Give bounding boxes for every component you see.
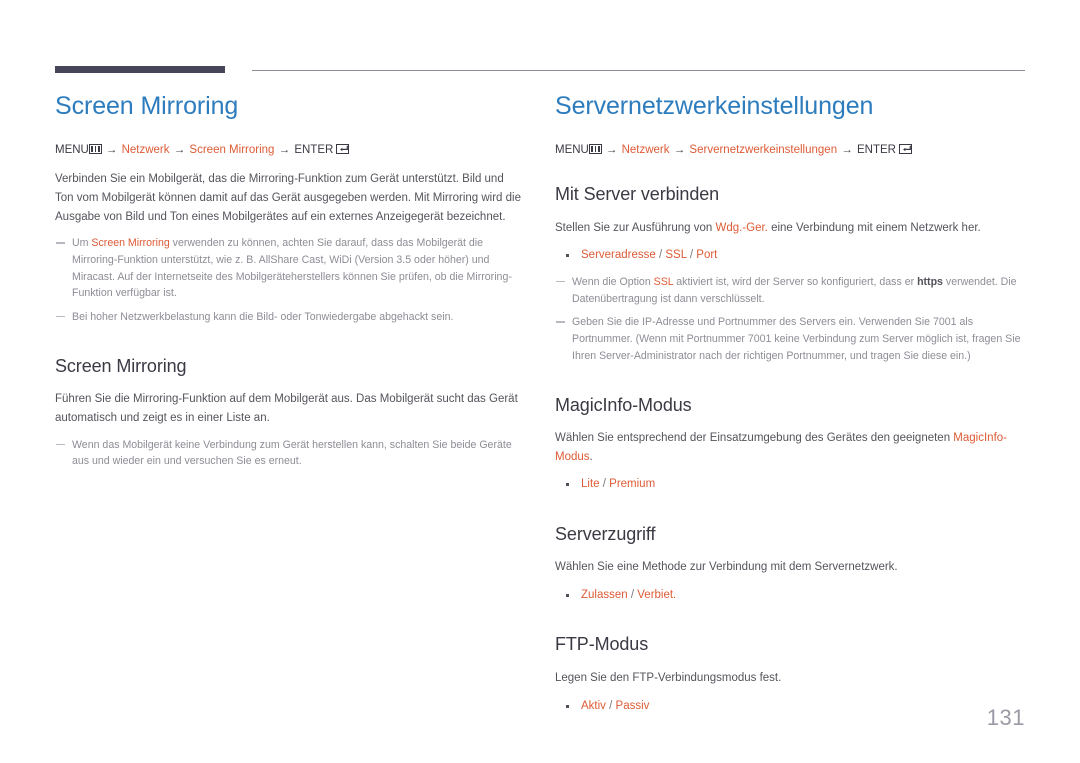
body-text-pre: Stellen Sie zur Ausführung von (555, 221, 716, 234)
note-accent-ssl: SSL (653, 275, 674, 288)
left-notes: Um Screen Mirroring verwenden zu können,… (55, 235, 525, 326)
menu-icon (588, 143, 602, 154)
menu-path-right: MENU → Netzwerk → Servernetzwerkeinstellu… (555, 143, 1025, 159)
note-ssl-https: Wenn die Option SSL aktiviert ist, wird … (555, 274, 1025, 307)
bullet-lite-premium: Lite / Premium (555, 475, 1025, 493)
note-text-pre: Um (72, 237, 92, 250)
section-heading-ftp-modus: FTP-Modus (555, 634, 649, 655)
arrow-glyph-3: → (278, 143, 291, 156)
page-number: 131 (986, 705, 1025, 730)
enter-label: ENTER (857, 143, 896, 156)
section-body-mit-server-verbinden: Stellen Sie zur Ausführung von Wdg.-Ger.… (555, 219, 1025, 238)
enter-label: ENTER (294, 143, 334, 156)
section-heading-mit-server-verbinden: Mit Server verbinden (555, 184, 720, 205)
menu-path-left: MENU → Netzwerk → Screen Mirroring → ENTE… (55, 143, 525, 159)
arrow-glyph-3: → (841, 143, 853, 156)
bullet-zulassen-verbiet: Zulassen / Verbiet. (555, 586, 1025, 604)
body-text-post: . (589, 450, 593, 463)
section-body-magicinfo-modus: Wählen Sie entsprechend der Einsatzumgeb… (555, 429, 1025, 466)
section-body-screen-mirroring: Führen Sie die Mirroring-Funktion auf de… (55, 393, 518, 425)
section-heading-serverzugriff: Serverzugriff (555, 523, 656, 544)
note-network-load: Bei hoher Netzwerkbelastung kann die Bil… (55, 309, 525, 326)
manual-page: Screen Mirroring MENU → Netzwerk → Screen… (0, 0, 1080, 763)
header-rule-accent (55, 66, 225, 73)
page-title-right: Servernetzwerkeinstellungen (555, 92, 874, 120)
intro-paragraph-left: Verbinden Sie ein Mobilgerät, das die Mi… (55, 173, 521, 223)
bullet-serveradresse-ssl-port: Serveradresse / SSL / Port (555, 246, 1025, 264)
menu-label: MENU (555, 143, 589, 156)
note-bold-https: https (917, 275, 943, 288)
section-body-ftp-modus: Legen Sie den FTP-Verbindungsmodus fest. (555, 671, 782, 684)
note-text-mid: aktiviert ist, wird der Server so konfig… (673, 275, 918, 288)
section-body-serverzugriff: Wählen Sie eine Methode zur Verbindung m… (555, 561, 898, 574)
page-title-left: Screen Mirroring (55, 92, 239, 120)
body-accent-wdg-ger: Wdg.-Ger. (715, 221, 768, 234)
menu-label: MENU (55, 143, 89, 156)
bullet-aktiv-passiv: Aktiv / Passiv (555, 697, 1025, 715)
menu-icon (88, 143, 102, 154)
header-rule (55, 66, 1025, 76)
arrow-glyph-1: → (605, 143, 618, 156)
arrow-glyph-1: → (105, 143, 118, 156)
enter-icon (336, 143, 350, 154)
menu-step-servernetzwerkeinstellungen: Servernetzwerkeinstellungen (689, 143, 838, 156)
section-heading-magicinfo-modus: MagicInfo-Modus (555, 394, 692, 415)
enter-icon (898, 143, 912, 154)
section-heading-screen-mirroring: Screen Mirroring (55, 355, 187, 376)
note-mirroring-support: Um Screen Mirroring verwenden zu können,… (55, 235, 525, 302)
right-column: Servernetzwerkeinstellungen MENU → Netzwe… (555, 92, 1025, 724)
body-text-post: eine Verbindung mit einem Netzwerk her. (767, 221, 981, 234)
note-accent-screen-mirroring: Screen Mirroring (91, 237, 170, 250)
body-text-pre: Wählen Sie entsprechend der Einsatzumgeb… (555, 432, 954, 445)
note-ip-portnummer: Geben Sie die IP-Adresse und Portnummer … (555, 314, 1025, 364)
left-column: Screen Mirroring MENU → Netzwerk → Screen… (55, 92, 525, 477)
note-connection-failure: Wenn das Mobilgerät keine Verbindung zum… (55, 437, 525, 470)
arrow-glyph-2: → (673, 143, 686, 156)
header-rule-line (252, 70, 1025, 71)
note-text-pre: Wenn die Option (572, 275, 654, 288)
menu-step-netzwerk: Netzwerk (621, 143, 670, 156)
menu-step-netzwerk: Netzwerk (121, 143, 170, 156)
arrow-glyph-2: → (173, 143, 186, 156)
menu-step-screen-mirroring: Screen Mirroring (189, 143, 275, 156)
